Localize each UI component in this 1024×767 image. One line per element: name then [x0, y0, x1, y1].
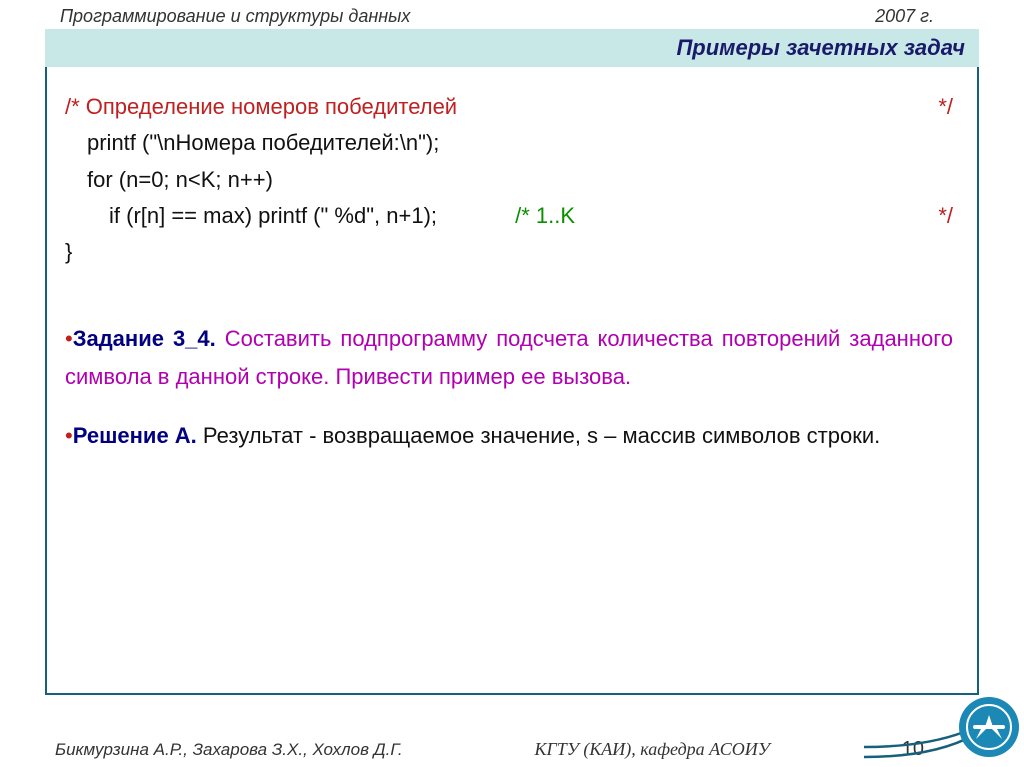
footer-department: КГТУ (КАИ), кафедра АСОИУ	[403, 739, 902, 760]
slide-title-bar: Примеры зачетных задач	[45, 29, 979, 67]
code-comment-winners: /* Определение номеров победителей */	[65, 89, 953, 125]
bullet-icon: •	[65, 326, 73, 351]
course-year: 2007 г.	[875, 6, 934, 27]
code-if-body: if (r[n] == max) printf (" %d", n+1);	[109, 203, 437, 228]
comment-close: */	[938, 89, 953, 125]
code-line-for: for (n=0; n<K; n++)	[65, 162, 953, 198]
slide-frame: /* Определение номеров победителей */ pr…	[45, 67, 979, 695]
footer-authors: Бикмурзина А.Р., Захарова З.Х., Хохлов Д…	[55, 740, 403, 760]
footer: Бикмурзина А.Р., Захарова З.Х., Хохлов Д…	[0, 738, 1024, 761]
header-top: Программирование и структуры данных 2007…	[0, 0, 1024, 29]
solution-text: Результат - возвращаемое значение, s – м…	[197, 423, 880, 448]
task-block: •Задание 3_4. Составить подпрограмму под…	[65, 320, 953, 395]
code-block: /* Определение номеров победителей */ pr…	[65, 89, 953, 270]
code-line-if: if (r[n] == max) printf (" %d", n+1); /*…	[65, 198, 953, 234]
bullet-icon: •	[65, 423, 73, 448]
solution-block: •Решение А. Результат - возвращаемое зна…	[65, 417, 953, 454]
code-close-brace: }	[65, 234, 953, 270]
task-label: Задание 3_4.	[73, 326, 216, 351]
solution-label: Решение А.	[73, 423, 197, 448]
course-title: Программирование и структуры данных	[60, 6, 410, 27]
page-number: 10	[902, 738, 924, 761]
comment-open: /* Определение номеров победителей	[65, 89, 938, 125]
slide-title: Примеры зачетных задач	[676, 35, 965, 60]
code-inline-comment-close: */	[938, 198, 953, 234]
code-line-printf: printf ("\nНомера победителей:\n");	[65, 125, 953, 161]
code-inline-comment: /* 1..K	[515, 203, 575, 228]
